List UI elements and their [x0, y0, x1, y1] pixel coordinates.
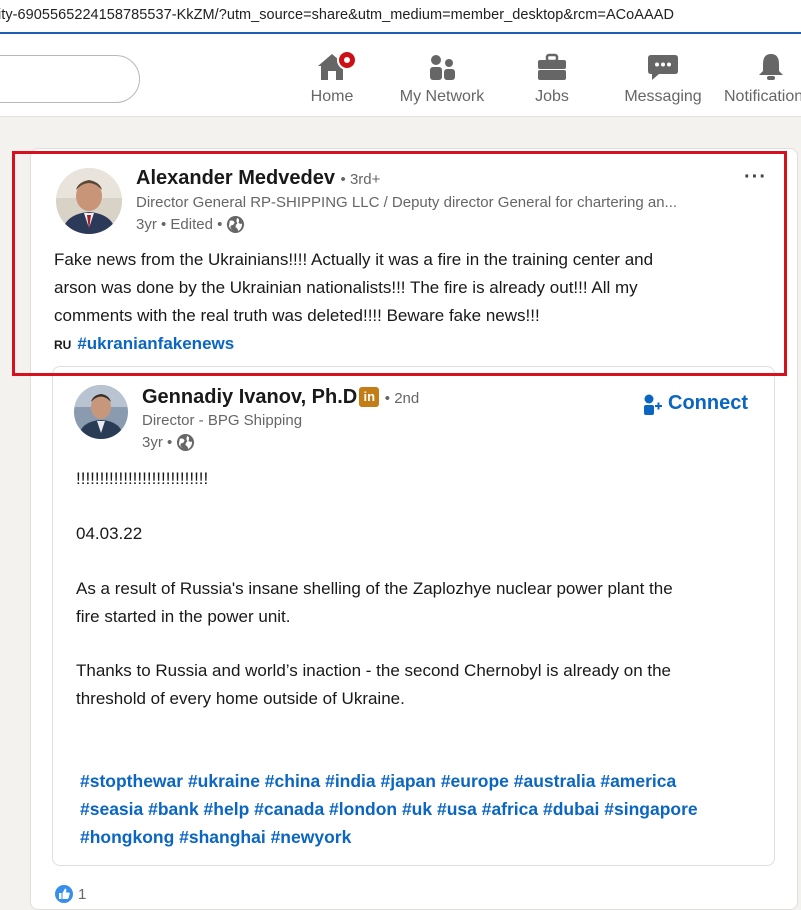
nav-my-network[interactable]: My Network: [392, 48, 492, 110]
author-headline: Director General RP-SHIPPING LLC / Deput…: [136, 194, 678, 211]
nav-notifications-label: Notifications: [724, 88, 801, 105]
post-meta-text: 3yr • Edited •: [136, 216, 223, 233]
chat-icon: [646, 48, 680, 82]
post-body-line: Fake news from the Ukrainians!!!! Actual…: [54, 250, 654, 269]
nav-home-label: Home: [310, 88, 354, 105]
language-tag: RU: [54, 338, 72, 352]
shared-author-name-row: Gennadiy Ivanov, Ph.D in • 2nd: [142, 386, 419, 409]
briefcase-icon: [535, 48, 569, 82]
shared-post-meta: 3yr •: [142, 433, 195, 452]
author-name-row: Alexander Medvedev • 3rd+: [136, 167, 380, 190]
connect-label: Connect: [668, 392, 748, 414]
shared-date: 04.03.22: [76, 524, 143, 543]
shared-paragraph-line: fire started in the power unit.: [76, 607, 291, 626]
linkedin-premium-icon: in: [359, 387, 380, 407]
more-options-button[interactable]: ···: [744, 166, 767, 189]
like-reaction-icon: [54, 884, 74, 904]
hashtag-line[interactable]: #hongkong #shanghai #newyork: [80, 823, 770, 851]
shared-paragraph-line: As a result of Russia's insane shelling …: [76, 579, 673, 598]
search-input[interactable]: [0, 55, 140, 103]
shared-paragraph-1: As a result of Russia's insane shelling …: [76, 575, 766, 631]
author-name[interactable]: Alexander Medvedev: [136, 167, 335, 189]
shared-paragraph-line: Thanks to Russia and world’s inaction - …: [76, 661, 672, 680]
nav-messaging[interactable]: Messaging: [618, 48, 708, 110]
reaction-count: 1: [78, 885, 87, 903]
shared-connection-degree: • 2nd: [384, 390, 420, 407]
nav-messaging-label: Messaging: [624, 88, 702, 105]
nav-home[interactable]: Home: [300, 48, 364, 110]
people-icon: [425, 48, 459, 82]
nav-jobs-label: Jobs: [535, 88, 569, 105]
shared-author-name[interactable]: Gennadiy Ivanov, Ph.D: [142, 386, 357, 408]
hashtag-line[interactable]: #seasia #bank #help #canada #london #uk …: [80, 795, 770, 823]
hashtag-link[interactable]: #ukranianfakenews: [77, 334, 234, 353]
shared-paragraph-2: Thanks to Russia and world’s inaction - …: [76, 657, 766, 713]
nav-notifications[interactable]: Notifications: [724, 48, 801, 110]
connect-button[interactable]: Connect: [642, 392, 748, 415]
post-body: Fake news from the Ukrainians!!!! Actual…: [54, 246, 774, 359]
post-body-line: comments with the real truth was deleted…: [54, 306, 540, 325]
shared-author-avatar[interactable]: [74, 385, 128, 439]
connection-degree: • 3rd+: [340, 171, 381, 188]
globe-icon: [177, 433, 195, 452]
shared-exclaim: !!!!!!!!!!!!!!!!!!!!!!!!!!!!: [76, 469, 209, 488]
reactions-bar[interactable]: 1: [54, 884, 86, 904]
nav-jobs[interactable]: Jobs: [522, 48, 582, 110]
top-nav: Home My Network Jobs Messaging Notificat…: [0, 34, 801, 117]
notification-badge: [337, 50, 357, 70]
bell-icon: [754, 48, 788, 82]
globe-icon: [227, 215, 245, 234]
shared-author-headline: Director - BPG Shipping: [142, 412, 303, 429]
post-meta: 3yr • Edited •: [136, 215, 245, 234]
add-person-icon: [644, 394, 662, 415]
author-avatar[interactable]: [56, 168, 122, 234]
shared-post-meta-text: 3yr •: [142, 434, 173, 451]
url-text: ity-6905565224158785537-KkZM/?utm_source…: [0, 7, 674, 23]
address-bar[interactable]: ity-6905565224158785537-KkZM/?utm_source…: [0, 0, 801, 34]
post-body-line: arson was done by the Ukrainian national…: [54, 278, 638, 297]
shared-paragraph-line: threshold of every home outside of Ukrai…: [76, 689, 405, 708]
hashtag-line[interactable]: #stopthewar #ukraine #china #india #japa…: [80, 767, 770, 795]
shared-hashtags: #stopthewar #ukraine #china #india #japa…: [80, 767, 770, 851]
nav-my-network-label: My Network: [399, 88, 485, 105]
home-icon: [315, 48, 357, 82]
